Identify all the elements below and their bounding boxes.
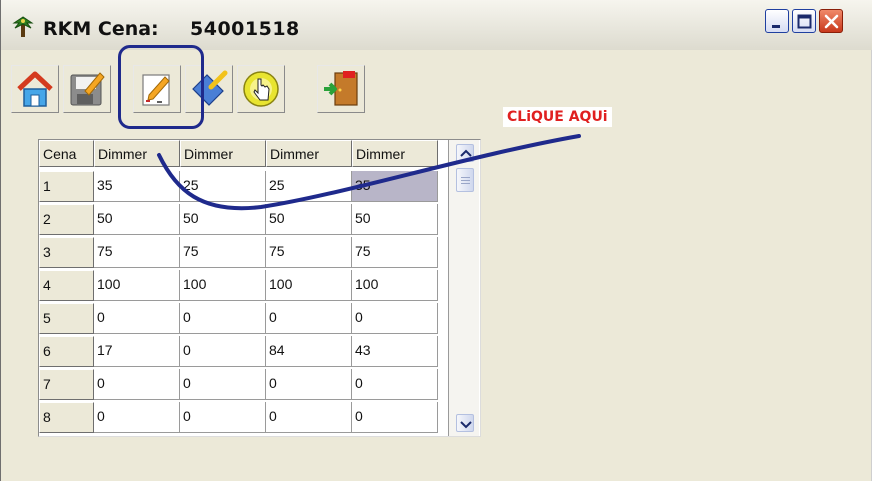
app-window: RKM Cena: 54001518 CLiQUE AQUi Cena Dimm… [0,0,872,481]
annotation-arrow [157,134,581,211]
